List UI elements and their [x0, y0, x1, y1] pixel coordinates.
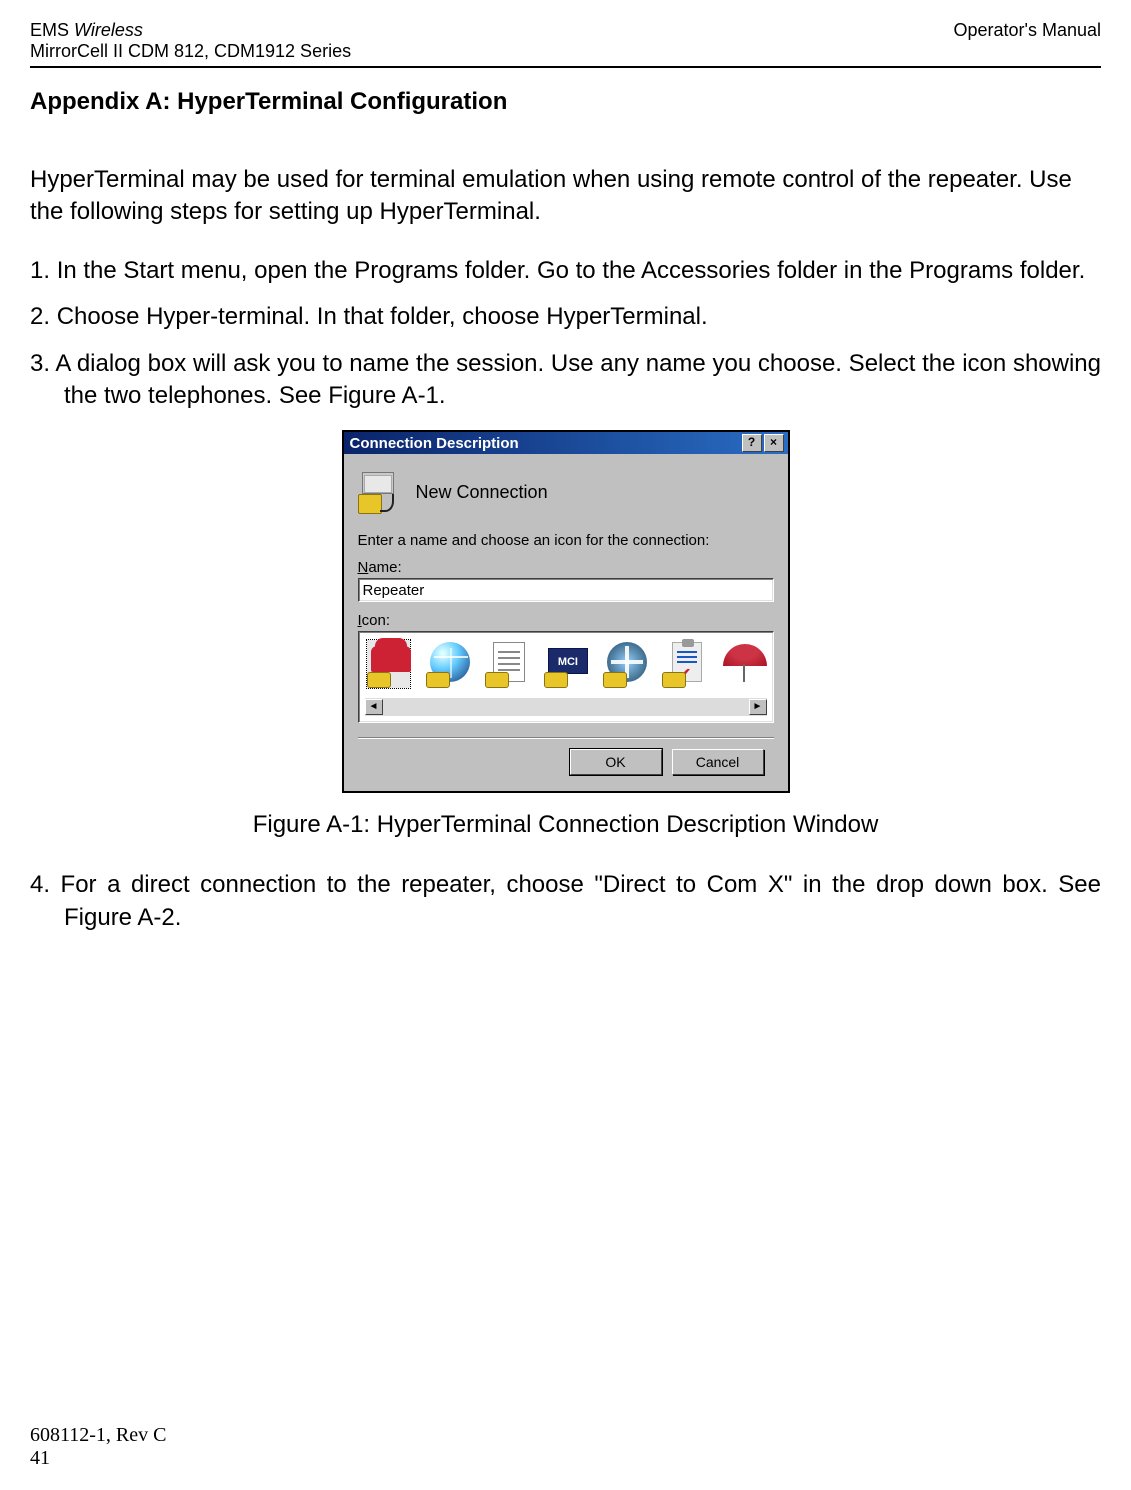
step-4-text: For a direct connection to the repeater,… [61, 871, 1101, 930]
name-input[interactable] [358, 578, 774, 602]
footer-rev: 608112-1, Rev C [30, 1424, 166, 1447]
icon-option-clipboard[interactable]: ✔ [662, 640, 705, 688]
step-2-text: Choose Hyper-terminal. In that folder, c… [57, 303, 708, 330]
help-button[interactable]: ? [742, 434, 762, 452]
cancel-button[interactable]: Cancel [672, 749, 764, 775]
icon-option-globe[interactable] [426, 640, 469, 688]
mci-text: MCI [548, 648, 588, 674]
dialog-titlebar[interactable]: Connection Description ? × [344, 432, 788, 454]
new-connection-icon [358, 470, 402, 514]
scroll-right-button[interactable]: ► [749, 699, 767, 715]
dialog-title: Connection Description [348, 435, 519, 452]
step-2: 2. Choose Hyper-terminal. In that folder… [30, 301, 1101, 333]
step-4-num: 4. [30, 871, 50, 898]
step-1: 1. In the Start menu, open the Programs … [30, 255, 1101, 287]
step-4: 4. For a direct connection to the repeat… [30, 869, 1101, 934]
header-brand-wireless: Wireless [74, 20, 143, 40]
new-connection-label: New Connection [416, 482, 548, 503]
name-label-rest: ame: [368, 559, 401, 576]
icon-scrollbar[interactable]: ◄ ► [365, 698, 767, 716]
icon-label: Icon: [358, 612, 391, 629]
step-3-text: A dialog box will ask you to name the se… [55, 350, 1101, 409]
icon-option-mci[interactable]: MCI [544, 640, 587, 688]
figure-a1: Connection Description ? × New Connectio… [30, 430, 1101, 793]
intro-paragraph: HyperTerminal may be used for terminal e… [30, 164, 1101, 229]
ok-button[interactable]: OK [570, 749, 662, 775]
icon-picker[interactable]: MCI ✔ ◄ ► [358, 631, 774, 723]
step-3: 3. A dialog box will ask you to name the… [30, 348, 1101, 413]
header-brand: EMS Wireless [30, 20, 143, 41]
appendix-title: Appendix A: HyperTerminal Configuration [30, 88, 1101, 116]
step-3-num: 3. [30, 350, 50, 377]
header-rule [30, 66, 1101, 68]
name-label: Name: [358, 559, 402, 576]
step-1-num: 1. [30, 257, 50, 284]
header-brand-ems: EMS [30, 20, 74, 40]
dialog-instruction: Enter a name and choose an icon for the … [358, 532, 774, 549]
scroll-left-button[interactable]: ◄ [365, 699, 383, 715]
step-2-num: 2. [30, 303, 50, 330]
header-right: Operator's Manual [953, 20, 1101, 41]
close-button[interactable]: × [764, 434, 784, 452]
dialog-separator [358, 737, 774, 739]
icon-label-rest: con: [362, 612, 390, 629]
icon-option-document[interactable] [485, 640, 528, 688]
icon-option-red-phone[interactable] [367, 640, 410, 688]
name-label-underline: N [358, 559, 369, 576]
step-1-text: In the Start menu, open the Programs fol… [57, 257, 1086, 284]
connection-description-dialog: Connection Description ? × New Connectio… [342, 430, 790, 793]
page-footer: 608112-1, Rev C 41 [30, 1424, 166, 1470]
icon-option-umbrella[interactable] [721, 640, 764, 688]
figure-a1-caption: Figure A-1: HyperTerminal Connection Des… [30, 811, 1101, 839]
footer-page: 41 [30, 1447, 166, 1470]
icon-option-starburst[interactable] [603, 640, 646, 688]
header-product: MirrorCell II CDM 812, CDM1912 Series [30, 41, 1101, 62]
